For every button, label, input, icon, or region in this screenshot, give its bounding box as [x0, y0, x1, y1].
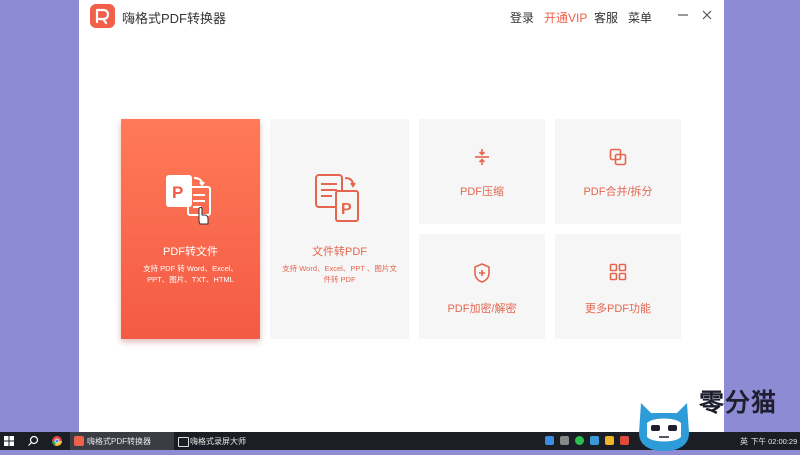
- pdf-to-file-desc-line2: PPT、图片、TXT、HTML: [147, 275, 234, 284]
- file-to-pdf-icon: P: [315, 174, 359, 222]
- compress-icon: [475, 149, 489, 165]
- taskbar-item-pdf-converter-label: 嗨格式PDF转换器: [87, 437, 151, 446]
- tray-app-icon[interactable]: [545, 436, 554, 445]
- watermark-cat-logo-icon: [639, 403, 689, 451]
- minimize-icon[interactable]: [673, 5, 693, 25]
- taskbar-item-pdf-converter[interactable]: 嗨格式PDF转换器: [70, 432, 174, 450]
- svg-text:P: P: [341, 201, 352, 218]
- tray-network-icon[interactable]: [560, 436, 569, 445]
- pdf-to-file-icon: P: [166, 175, 211, 225]
- login-link[interactable]: 登录: [510, 9, 534, 26]
- pdf-compress-label: PDF压缩: [460, 186, 504, 198]
- file-to-pdf-desc-line2: 件转 PDF: [323, 275, 356, 284]
- pdf-compress-tile[interactable]: PDF压缩: [419, 119, 545, 224]
- app-window: 嗨格式PDF转换器 登录 开通VIP 客服 菜单 P PDF转文件 支持 PDF…: [79, 0, 724, 432]
- screen-recorder-app-icon: [178, 437, 189, 447]
- windows-start-icon[interactable]: [0, 432, 18, 450]
- tray-wechat-icon[interactable]: [575, 436, 584, 445]
- file-to-pdf-tile[interactable]: P 文件转PDF 支持 Word、Excel、PPT 、图片文 件转 PDF: [270, 119, 409, 339]
- taskbar-item-screen-recorder[interactable]: 嗨格式录屏大师: [174, 432, 278, 450]
- file-to-pdf-desc-line1: 支持 Word、Excel、PPT 、图片文: [282, 264, 397, 273]
- close-icon[interactable]: [697, 5, 717, 25]
- menu-link[interactable]: 菜单: [628, 9, 652, 26]
- pdf-merge-split-tile[interactable]: PDF合并/拆分: [555, 119, 681, 224]
- tray-volume-icon[interactable]: [605, 436, 614, 445]
- app-logo-icon: [90, 4, 115, 28]
- tray-record-icon[interactable]: [620, 436, 629, 445]
- shield-icon: [474, 263, 490, 283]
- more-pdf-functions-tile[interactable]: 更多PDF功能: [555, 234, 681, 339]
- grid-icon: [609, 263, 627, 281]
- pdf-merge-split-label: PDF合并/拆分: [583, 186, 653, 198]
- pdf-to-file-label: PDF转文件: [163, 246, 218, 258]
- vip-link[interactable]: 开通VIP: [544, 9, 587, 26]
- tray-shield-icon[interactable]: [590, 436, 599, 445]
- merge-split-icon: [609, 148, 627, 166]
- svg-text:P: P: [172, 183, 183, 202]
- more-pdf-functions-label: 更多PDF功能: [585, 303, 651, 315]
- customer-service-link[interactable]: 客服: [594, 9, 618, 26]
- pdf-to-file-desc-line1: 支持 PDF 转 Word、Excel、: [143, 264, 238, 273]
- chrome-icon[interactable]: [48, 432, 66, 450]
- file-to-pdf-label: 文件转PDF: [312, 246, 367, 258]
- watermark-text: 零分猫: [699, 389, 778, 417]
- taskbar-item-screen-recorder-label: 嗨格式录屏大师: [190, 437, 246, 446]
- search-icon[interactable]: [24, 432, 42, 450]
- title-bar: 嗨格式PDF转换器 登录 开通VIP 客服 菜单: [79, 0, 724, 32]
- pdf-encrypt-tile[interactable]: PDF加密/解密: [419, 234, 545, 339]
- watermark: 零分猫: [633, 383, 800, 451]
- pdf-to-file-tile[interactable]: P PDF转文件 支持 PDF 转 Word、Excel、 PPT、图片、TXT…: [121, 119, 260, 339]
- pdf-converter-app-icon: [74, 436, 84, 446]
- pdf-encrypt-label: PDF加密/解密: [447, 303, 517, 315]
- app-title: 嗨格式PDF转换器: [122, 11, 227, 26]
